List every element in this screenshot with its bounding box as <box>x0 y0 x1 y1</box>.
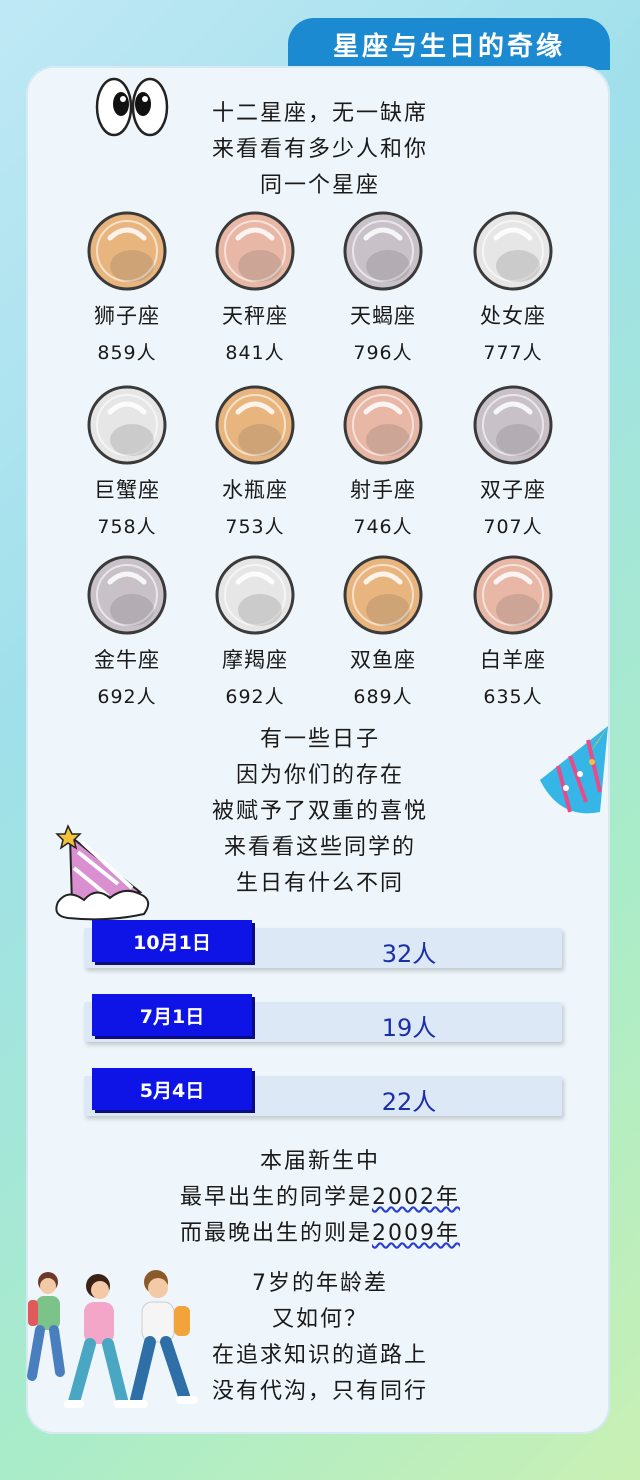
leo-icon <box>87 211 167 291</box>
sign-name: 天秤座 <box>222 304 288 328</box>
page-title: 星座与生日的奇缘 <box>332 31 565 62</box>
sign-count: 777人 <box>483 342 543 364</box>
closing-line: 又如何？ <box>271 1307 368 1332</box>
sign-count: 758人 <box>97 516 157 538</box>
birthday-row: 7月1日 19人 <box>84 994 562 1042</box>
birthday-count: 32人 <box>381 940 437 968</box>
sign-name: 巨蟹座 <box>94 478 160 502</box>
closing-line: 没有代沟，只有同行 <box>211 1379 428 1404</box>
intro-line: 同一个星座 <box>259 173 380 198</box>
zodiac-sign: 金牛座 692人 <box>62 552 192 709</box>
aquarius-icon <box>215 385 295 465</box>
birthday-date: 10月1日 <box>92 920 252 962</box>
sign-count: 753人 <box>225 516 285 538</box>
years-line: 而最晚出生的则是2009年 <box>0 1216 640 1252</box>
sign-name: 天蝎座 <box>350 304 416 328</box>
pisces-icon <box>343 555 423 635</box>
mid-text: 有一些日子 因为你们的存在 被赋予了双重的喜悦 来看看这些同学的 生日有什么不同 <box>0 722 640 902</box>
zodiac-sign: 天蝎座 796人 <box>318 208 448 365</box>
zodiac-sign: 处女座 777人 <box>448 208 578 365</box>
sign-count: 796人 <box>353 342 413 364</box>
birthday-date: 5月4日 <box>92 1068 252 1110</box>
scorpio-icon <box>343 211 423 291</box>
mid-line: 被赋予了双重的喜悦 <box>211 799 428 824</box>
mid-line: 有一些日子 <box>259 727 380 752</box>
sign-name: 处女座 <box>480 304 546 328</box>
virgo-icon <box>473 211 553 291</box>
zodiac-sign: 双子座 707人 <box>448 382 578 539</box>
years-text: 本届新生中 最早出生的同学是2002年 而最晚出生的则是2009年 <box>0 1144 640 1252</box>
sign-count: 859人 <box>97 342 157 364</box>
birthday-row: 5月4日 22人 <box>84 1068 562 1116</box>
libra-icon <box>215 211 295 291</box>
years-line: 本届新生中 <box>259 1149 380 1174</box>
sign-name: 狮子座 <box>94 304 160 328</box>
sign-count: 841人 <box>225 342 285 364</box>
sagittarius-icon <box>343 385 423 465</box>
closing-line: 在追求知识的道路上 <box>211 1343 428 1368</box>
sign-count: 635人 <box>483 686 543 708</box>
zodiac-sign: 摩羯座 692人 <box>190 552 320 709</box>
title-banner: 星座与生日的奇缘 <box>288 18 610 70</box>
cancer-icon <box>87 385 167 465</box>
closing-line: 7岁的年龄差 <box>252 1271 388 1296</box>
zodiac-sign: 水瓶座 753人 <box>190 382 320 539</box>
taurus-icon <box>87 555 167 635</box>
zodiac-sign: 白羊座 635人 <box>448 552 578 709</box>
sign-count: 707人 <box>483 516 543 538</box>
zodiac-sign: 狮子座 859人 <box>62 208 192 365</box>
aries-icon <box>473 555 553 635</box>
years-prefix: 而最晚出生的则是 <box>179 1221 372 1246</box>
years-line: 最早出生的同学是2002年 <box>0 1180 640 1216</box>
birthday-count: 22人 <box>381 1088 437 1116</box>
capricorn-icon <box>215 555 295 635</box>
mid-line: 因为你们的存在 <box>235 763 404 788</box>
mid-line: 来看看这些同学的 <box>223 835 416 860</box>
zodiac-sign: 巨蟹座 758人 <box>62 382 192 539</box>
sign-name: 水瓶座 <box>222 478 288 502</box>
sign-name: 摩羯座 <box>222 648 288 672</box>
sign-count: 692人 <box>97 686 157 708</box>
intro-line: 十二星座，无一缺席 <box>211 101 428 126</box>
zodiac-sign: 天秤座 841人 <box>190 208 320 365</box>
sign-count: 692人 <box>225 686 285 708</box>
sign-name: 白羊座 <box>480 648 546 672</box>
intro-line: 来看看有多少人和你 <box>211 137 428 162</box>
gemini-icon <box>473 385 553 465</box>
zodiac-sign: 射手座 746人 <box>318 382 448 539</box>
sign-name: 射手座 <box>350 478 416 502</box>
sign-name: 金牛座 <box>94 648 160 672</box>
closing-text: 7岁的年龄差 又如何？ 在追求知识的道路上 没有代沟，只有同行 <box>0 1266 640 1410</box>
latest-year: 2009年 <box>372 1221 460 1246</box>
years-prefix: 最早出生的同学是 <box>179 1185 372 1210</box>
sign-name: 双鱼座 <box>350 648 416 672</box>
earliest-year: 2002年 <box>372 1185 460 1210</box>
mid-line: 生日有什么不同 <box>235 871 404 896</box>
birthday-date: 7月1日 <box>92 994 252 1036</box>
birthday-count: 19人 <box>381 1014 437 1042</box>
intro-text: 十二星座，无一缺席 来看看有多少人和你 同一个星座 <box>0 96 640 204</box>
zodiac-sign: 双鱼座 689人 <box>318 552 448 709</box>
birthday-row: 10月1日 32人 <box>84 920 562 968</box>
sign-name: 双子座 <box>480 478 546 502</box>
sign-count: 746人 <box>353 516 413 538</box>
sign-count: 689人 <box>353 686 413 708</box>
